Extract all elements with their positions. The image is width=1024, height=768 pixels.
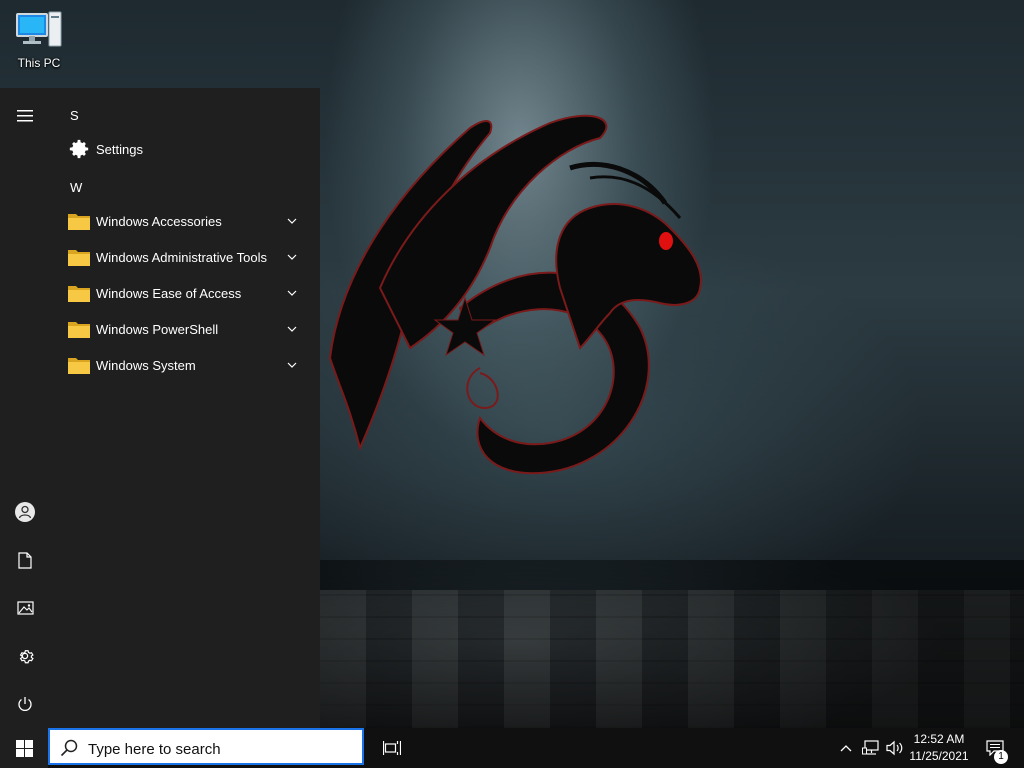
app-item-label: Windows System <box>96 357 196 373</box>
gear-icon <box>64 137 94 161</box>
desktop-icon-this-pc[interactable]: This PC <box>6 10 72 76</box>
document-icon <box>18 551 32 569</box>
notification-count-badge: 1 <box>994 750 1008 764</box>
clock-time: 12:52 AM <box>913 732 965 746</box>
taskbar-clock[interactable]: 12:52 AM 11/25/2021 <box>904 731 974 765</box>
volume-button[interactable] <box>884 728 906 768</box>
taskbar: 12:52 AM 11/25/2021 1 <box>0 728 1024 768</box>
app-folder-windows-system[interactable]: Windows System <box>50 347 320 383</box>
app-item-label: Settings <box>96 141 143 157</box>
chevron-down-icon[interactable] <box>284 249 300 265</box>
app-item-label: Windows PowerShell <box>96 321 219 337</box>
network-button[interactable] <box>860 728 882 768</box>
action-center-button[interactable]: 1 <box>980 728 1010 768</box>
section-letter-s[interactable]: S <box>70 108 79 123</box>
app-folder-windows-ease-of-access[interactable]: Windows Ease of Access <box>50 275 320 311</box>
account-button[interactable] <box>0 489 50 535</box>
documents-button[interactable] <box>0 537 50 583</box>
dragon-logo <box>328 114 702 475</box>
chevron-down-icon[interactable] <box>284 321 300 337</box>
network-icon <box>862 740 879 755</box>
app-folder-windows-administrative-tools[interactable]: Windows Administrative Tools <box>50 239 320 275</box>
folder-icon <box>64 353 94 377</box>
chevron-down-icon[interactable] <box>284 357 300 373</box>
power-icon <box>18 697 32 711</box>
desktop-icon-label: This PC <box>17 56 61 70</box>
power-button[interactable] <box>0 681 50 727</box>
chevron-down-icon[interactable] <box>284 213 300 229</box>
section-letter-w[interactable]: W <box>70 180 82 195</box>
folder-icon <box>64 281 94 305</box>
start-menu: S Settings W Windows Accessories Windows… <box>0 88 320 728</box>
app-folder-windows-accessories[interactable]: Windows Accessories <box>50 203 320 239</box>
volume-icon <box>886 740 903 756</box>
picture-icon <box>16 601 34 615</box>
start-menu-rail <box>0 88 50 728</box>
chevron-up-icon <box>840 745 852 752</box>
hamburger-menu-button[interactable] <box>0 93 50 139</box>
app-folder-windows-powershell[interactable]: Windows PowerShell <box>50 311 320 347</box>
task-view-button[interactable] <box>372 728 412 768</box>
pictures-button[interactable] <box>0 585 50 631</box>
hamburger-icon <box>17 110 33 122</box>
windows-logo-icon <box>15 739 33 757</box>
settings-rail-button[interactable] <box>0 633 50 679</box>
taskbar-search-box[interactable] <box>48 728 364 765</box>
chevron-down-icon[interactable] <box>284 285 300 301</box>
wallpaper-floor-shade <box>320 560 1024 728</box>
folder-icon <box>64 209 94 233</box>
app-item-label: Windows Ease of Access <box>96 285 242 301</box>
folder-icon <box>64 317 94 341</box>
app-item-settings[interactable]: Settings <box>50 131 320 167</box>
app-item-label: Windows Administrative Tools <box>96 249 267 265</box>
search-icon <box>60 739 78 757</box>
start-button[interactable] <box>0 728 48 768</box>
task-view-icon <box>383 741 401 755</box>
clock-date: 11/25/2021 <box>909 749 969 763</box>
app-item-label: Windows Accessories <box>96 213 222 229</box>
folder-icon <box>64 245 94 269</box>
search-input[interactable] <box>86 736 360 762</box>
user-icon <box>15 502 35 522</box>
show-hidden-icons-button[interactable] <box>836 728 856 768</box>
gear-icon <box>19 650 34 664</box>
computer-icon <box>16 11 62 47</box>
